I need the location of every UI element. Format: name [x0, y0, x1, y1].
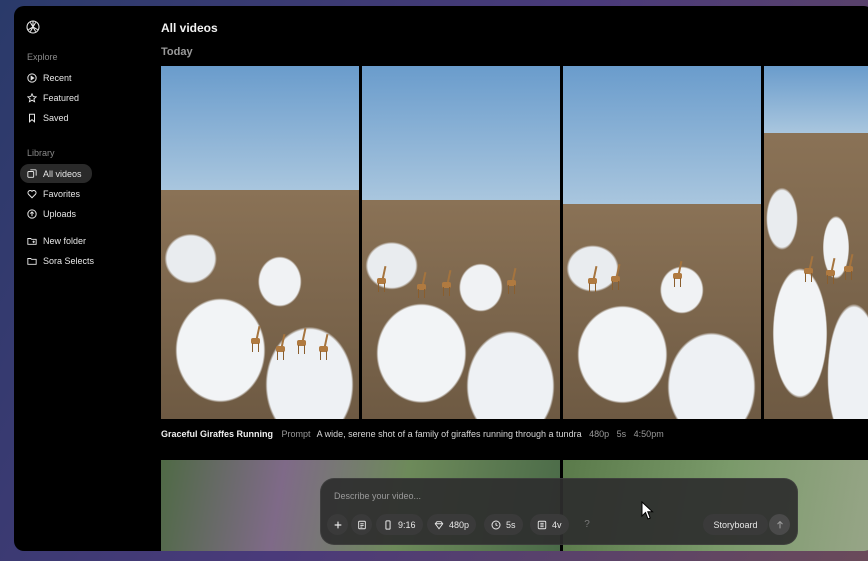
giraffe [611, 263, 621, 290]
folder-icon [27, 257, 37, 265]
explore-label: Explore [27, 52, 58, 62]
sidebar-item-all-videos[interactable]: All videos [20, 164, 92, 183]
storyboard-button[interactable]: Storyboard [703, 514, 768, 535]
sidebar-item-favorites[interactable]: Favorites [20, 184, 92, 203]
heart-icon [27, 189, 37, 198]
add-button[interactable] [327, 514, 348, 535]
page-title: All videos [161, 21, 218, 35]
prompt-text: A wide, serene shot of a family of giraf… [316, 429, 582, 439]
sidebar-item-label: Featured [43, 92, 80, 103]
variations-button[interactable]: 4v [530, 514, 569, 535]
thumbnail-sky [362, 66, 560, 201]
giraffe [673, 260, 683, 287]
sidebar-item-uploads[interactable]: Uploads [20, 204, 92, 223]
giraffe [804, 255, 814, 282]
sidebar-item-sora-selects[interactable]: Sora Selects [20, 251, 95, 270]
sidebar-item-label: Recent [43, 72, 72, 83]
giraffe [377, 265, 387, 292]
sidebar-item-recent[interactable]: Recent [20, 68, 92, 87]
help-button[interactable]: ? [579, 514, 595, 535]
sidebar-item-new-folder[interactable]: New folder [20, 231, 92, 250]
sidebar-item-label: All videos [43, 168, 82, 179]
clock-icon [491, 519, 501, 530]
variations-value: 4v [552, 519, 562, 530]
logo-icon[interactable] [25, 19, 41, 35]
prompt-composer: Describe your video... 9:16 480p 5s 4v ?… [320, 478, 798, 545]
sidebar-item-label: Saved [43, 112, 69, 123]
storyboard-label: Storyboard [713, 519, 758, 530]
sidebar-item-saved[interactable]: Saved [20, 108, 92, 127]
resolution-button[interactable]: 480p [427, 514, 477, 535]
sidebar: Explore Recent Featured Saved Library Al… [14, 6, 154, 551]
video-time: 4:50pm [633, 429, 664, 439]
giraffe [507, 267, 517, 294]
giraffe [588, 265, 598, 292]
videos-icon [27, 168, 37, 178]
giraffe [844, 253, 854, 280]
thumbnail-land [161, 189, 359, 419]
play-circle-icon [27, 72, 37, 83]
video-resolution: 480p [589, 429, 610, 439]
resolution-value: 480p [449, 519, 470, 530]
thumbnail-sky [563, 66, 761, 204]
giraffe [319, 333, 329, 360]
video-caption: Graceful Giraffes Running Prompt A wide,… [161, 429, 664, 439]
describe-video-input[interactable]: Describe your video... [334, 491, 421, 501]
send-button[interactable] [769, 514, 790, 535]
prompt-label: Prompt [281, 429, 311, 439]
bookmark-icon [29, 113, 35, 123]
folder-plus-icon [27, 237, 37, 245]
thumbnail-sky [764, 66, 868, 134]
video-duration: 5s [616, 429, 627, 439]
aspect-ratio-button[interactable]: 9:16 [376, 514, 423, 535]
upload-icon [27, 208, 37, 219]
sidebar-item-label: Uploads [43, 208, 77, 219]
thumbnail-land [362, 200, 560, 419]
star-icon [27, 92, 37, 103]
app-window: Explore Recent Featured Saved Library Al… [14, 6, 868, 551]
sidebar-item-label: New folder [43, 235, 87, 246]
giraffe [442, 269, 452, 296]
sidebar-item-label: Favorites [43, 188, 81, 199]
giraffe [826, 257, 836, 284]
preset-button[interactable] [351, 514, 372, 535]
duration-value: 5s [506, 519, 516, 530]
giraffe [417, 271, 427, 298]
arrow-up-icon [776, 520, 783, 528]
video-title[interactable]: Graceful Giraffes Running [161, 429, 273, 439]
duration-button[interactable]: 5s [484, 514, 523, 535]
video-thumbnail[interactable] [563, 66, 761, 419]
sidebar-item-featured[interactable]: Featured [20, 88, 92, 107]
sidebar-item-label: Sora Selects [43, 255, 95, 266]
portrait-icon [385, 519, 391, 530]
plus-icon [334, 521, 341, 528]
diamond-icon [434, 520, 444, 530]
group-label-today: Today [161, 46, 193, 58]
video-thumbnail[interactable] [764, 66, 868, 419]
giraffe [297, 327, 307, 354]
thumbnail-sky [161, 66, 359, 190]
video-thumbnail[interactable] [161, 66, 359, 419]
thumbnail-land [563, 203, 761, 419]
video-thumbnail[interactable] [362, 66, 560, 419]
library-label: Library [27, 148, 55, 158]
preset-icon [357, 520, 366, 529]
mouse-cursor-icon [641, 501, 654, 520]
aspect-ratio-value: 9:16 [398, 519, 416, 530]
giraffe [276, 333, 286, 360]
giraffe [251, 325, 261, 352]
variations-icon [537, 520, 547, 529]
main-content: All videos Today Graceful Giraffes Runni… [160, 6, 868, 551]
